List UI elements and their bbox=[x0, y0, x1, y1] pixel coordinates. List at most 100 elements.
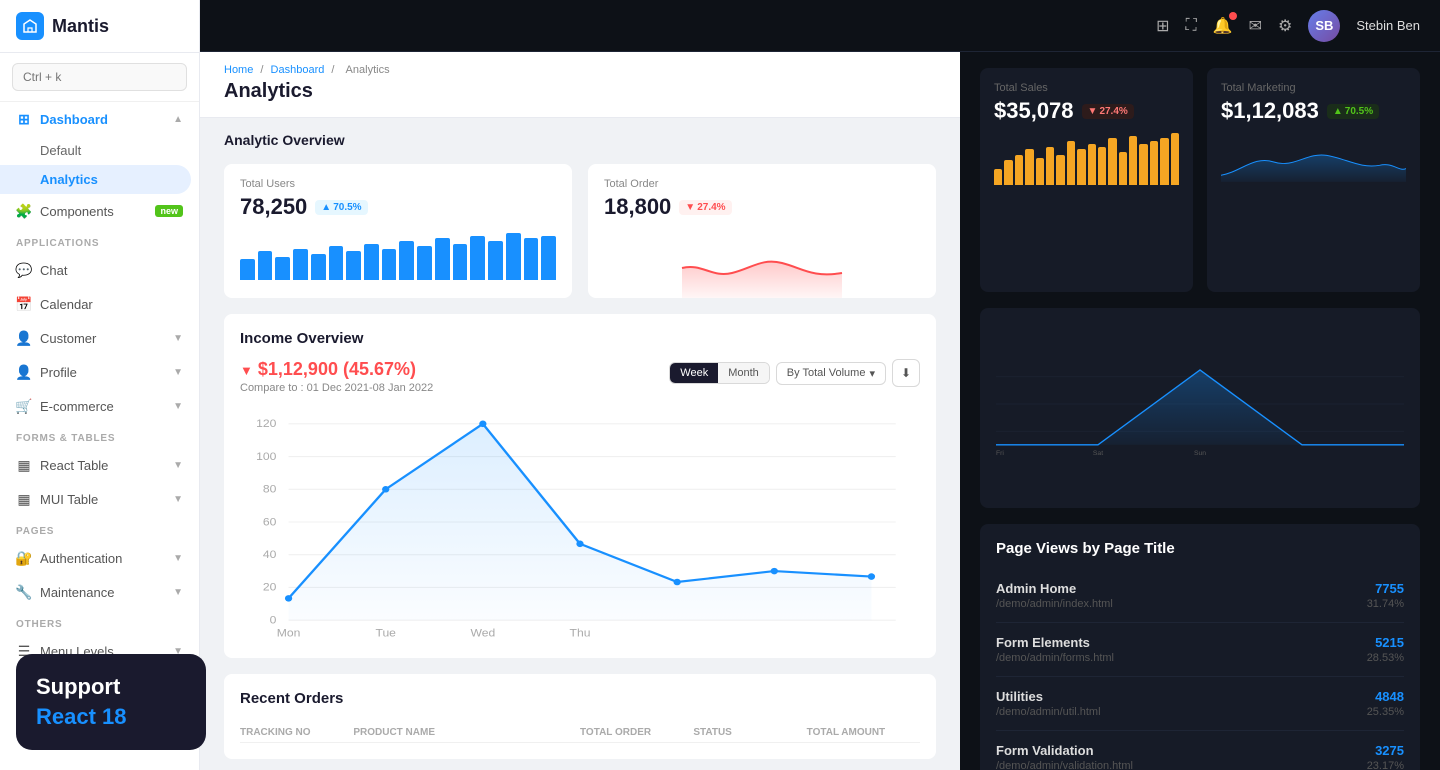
dark-card-marketing: Total Marketing $1,12,083 ▲ 70.5% bbox=[1207, 68, 1420, 292]
notification-bell[interactable]: 🔔 bbox=[1213, 16, 1233, 36]
grid-icon[interactable]: ⊞ bbox=[1156, 16, 1169, 36]
page-view-item-3: Form Validation /demo/admin/validation.h… bbox=[996, 731, 1404, 770]
stat-label-users: Total Users bbox=[240, 178, 556, 190]
week-month-toggle: Week Month bbox=[669, 362, 770, 384]
week-button[interactable]: Week bbox=[670, 363, 718, 383]
chevron-down-icon-7: ▼ bbox=[173, 587, 183, 598]
bar bbox=[1108, 138, 1116, 185]
svg-text:80: 80 bbox=[263, 484, 276, 495]
bar bbox=[382, 249, 397, 280]
bar bbox=[399, 241, 414, 280]
sidebar-label-components: Components bbox=[40, 204, 114, 219]
avatar[interactable]: SB bbox=[1308, 10, 1340, 42]
mui-table-icon: ▦ bbox=[16, 491, 32, 507]
sidebar-label-auth: Authentication bbox=[40, 551, 122, 566]
recent-orders-section: Recent Orders TRACKING NO PRODUCT NAME T… bbox=[224, 674, 936, 759]
breadcrumb-home[interactable]: Home bbox=[224, 64, 253, 76]
pv-title-3: Form Validation bbox=[996, 743, 1133, 758]
pv-pct-0: 31.74% bbox=[1367, 598, 1404, 610]
bar bbox=[541, 236, 556, 280]
sidebar-item-chat[interactable]: 💬 Chat bbox=[0, 253, 199, 287]
bar bbox=[1025, 149, 1033, 185]
income-value: ▼ $1,12,900 (45.67%) bbox=[240, 359, 433, 380]
sidebar-label-maintenance: Maintenance bbox=[40, 585, 114, 600]
svg-text:20: 20 bbox=[263, 582, 276, 593]
sidebar-label-ecommerce: E-commerce bbox=[40, 399, 114, 414]
settings-icon[interactable]: ⚙ bbox=[1278, 16, 1292, 36]
pv-count-3: 3275 bbox=[1367, 743, 1404, 758]
sidebar-item-react-table[interactable]: ▦ React Table ▼ bbox=[0, 448, 199, 482]
page-view-item-1: Form Elements /demo/admin/forms.html 521… bbox=[996, 623, 1404, 677]
bar bbox=[1077, 149, 1085, 185]
income-line-chart: 120 100 80 60 40 20 0 bbox=[240, 402, 920, 642]
col-product: PRODUCT NAME bbox=[353, 727, 580, 738]
orders-area-chart bbox=[604, 228, 920, 298]
volume-select[interactable]: By Total Volume ▾ bbox=[776, 362, 886, 385]
bar bbox=[1119, 152, 1127, 185]
income-controls: Week Month By Total Volume ▾ ⬇ bbox=[669, 359, 920, 387]
pv-url-0: /demo/admin/index.html bbox=[996, 598, 1113, 610]
bar bbox=[994, 169, 1002, 186]
bar bbox=[1088, 144, 1096, 185]
page-view-item-2: Utilities /demo/admin/util.html 4848 25.… bbox=[996, 677, 1404, 731]
bell-icon[interactable]: 🔔 bbox=[1213, 18, 1233, 35]
dark-label-sales: Total Sales bbox=[994, 82, 1179, 94]
bar bbox=[346, 251, 361, 280]
chevron-up-icon: ▲ bbox=[173, 114, 183, 125]
sidebar-item-mui-table[interactable]: ▦ MUI Table ▼ bbox=[0, 482, 199, 516]
pv-pct-1: 28.53% bbox=[1367, 652, 1404, 664]
ecommerce-icon: 🛒 bbox=[16, 398, 32, 414]
bar bbox=[258, 251, 273, 280]
dashboard-icon: ⊞ bbox=[16, 111, 32, 127]
section-pages: Pages bbox=[0, 516, 199, 541]
sidebar-item-components[interactable]: 🧩 Components new bbox=[0, 194, 199, 228]
bar bbox=[1056, 155, 1064, 185]
pv-count-1: 5215 bbox=[1367, 635, 1404, 650]
bar bbox=[1171, 133, 1179, 185]
search-input[interactable] bbox=[12, 63, 187, 91]
message-icon[interactable]: ✉ bbox=[1249, 16, 1262, 36]
pv-pct-2: 25.35% bbox=[1367, 706, 1404, 718]
page-view-item-0: Admin Home /demo/admin/index.html 7755 3… bbox=[996, 569, 1404, 623]
download-button[interactable]: ⬇ bbox=[892, 359, 920, 387]
bar bbox=[1067, 141, 1075, 185]
search-bar[interactable] bbox=[0, 53, 199, 102]
notification-dot bbox=[1229, 12, 1237, 20]
fullscreen-icon[interactable]: ⛶ bbox=[1186, 17, 1197, 35]
sidebar-sub-analytics[interactable]: Analytics bbox=[0, 165, 191, 194]
svg-text:100: 100 bbox=[256, 451, 276, 462]
chevron-down-icon-2: ▼ bbox=[173, 367, 183, 378]
sidebar-item-calendar[interactable]: 📅 Calendar bbox=[0, 287, 199, 321]
stat-value-orders: 18,800 bbox=[604, 194, 671, 220]
page-header: Home / Dashboard / Analytics Analytics bbox=[200, 52, 960, 118]
sidebar-sub-default[interactable]: Default bbox=[0, 136, 199, 165]
bar bbox=[1139, 144, 1147, 185]
breadcrumb-dashboard[interactable]: Dashboard bbox=[271, 64, 325, 76]
section-others: Others bbox=[0, 609, 199, 634]
breadcrumb-current: Analytics bbox=[346, 64, 390, 76]
dark-badge-sales: ▼ 27.4% bbox=[1082, 104, 1134, 119]
col-tracking: TRACKING NO bbox=[240, 727, 353, 738]
pv-pct-3: 23.17% bbox=[1367, 760, 1404, 770]
new-badge: new bbox=[155, 205, 183, 217]
bar bbox=[364, 244, 379, 280]
bar bbox=[488, 241, 503, 280]
sidebar-item-customer[interactable]: 👤 Customer ▼ bbox=[0, 321, 199, 355]
sidebar-item-maintenance[interactable]: 🔧 Maintenance ▼ bbox=[0, 575, 199, 609]
sidebar-item-profile[interactable]: 👤 Profile ▼ bbox=[0, 355, 199, 389]
dark-badge-marketing: ▲ 70.5% bbox=[1327, 104, 1379, 119]
bar bbox=[1046, 147, 1054, 186]
bar bbox=[453, 244, 468, 280]
month-button[interactable]: Month bbox=[718, 363, 769, 383]
sidebar-item-ecommerce[interactable]: 🛒 E-commerce ▼ bbox=[0, 389, 199, 423]
dark-card-sales: Total Sales $35,078 ▼ 27.4% bbox=[980, 68, 1193, 292]
logo: Mantis bbox=[0, 0, 199, 53]
bar bbox=[240, 259, 255, 280]
col-status: STATUS bbox=[693, 727, 806, 738]
chevron-down-icon-5: ▼ bbox=[173, 494, 183, 505]
chevron-down-icon-6: ▼ bbox=[173, 553, 183, 564]
sidebar-item-dashboard[interactable]: ⊞ Dashboard ▲ bbox=[0, 102, 199, 136]
col-amount: TOTAL AMOUNT bbox=[807, 727, 920, 738]
sidebar-label-mui-table: MUI Table bbox=[40, 492, 98, 507]
sidebar-item-authentication[interactable]: 🔐 Authentication ▼ bbox=[0, 541, 199, 575]
